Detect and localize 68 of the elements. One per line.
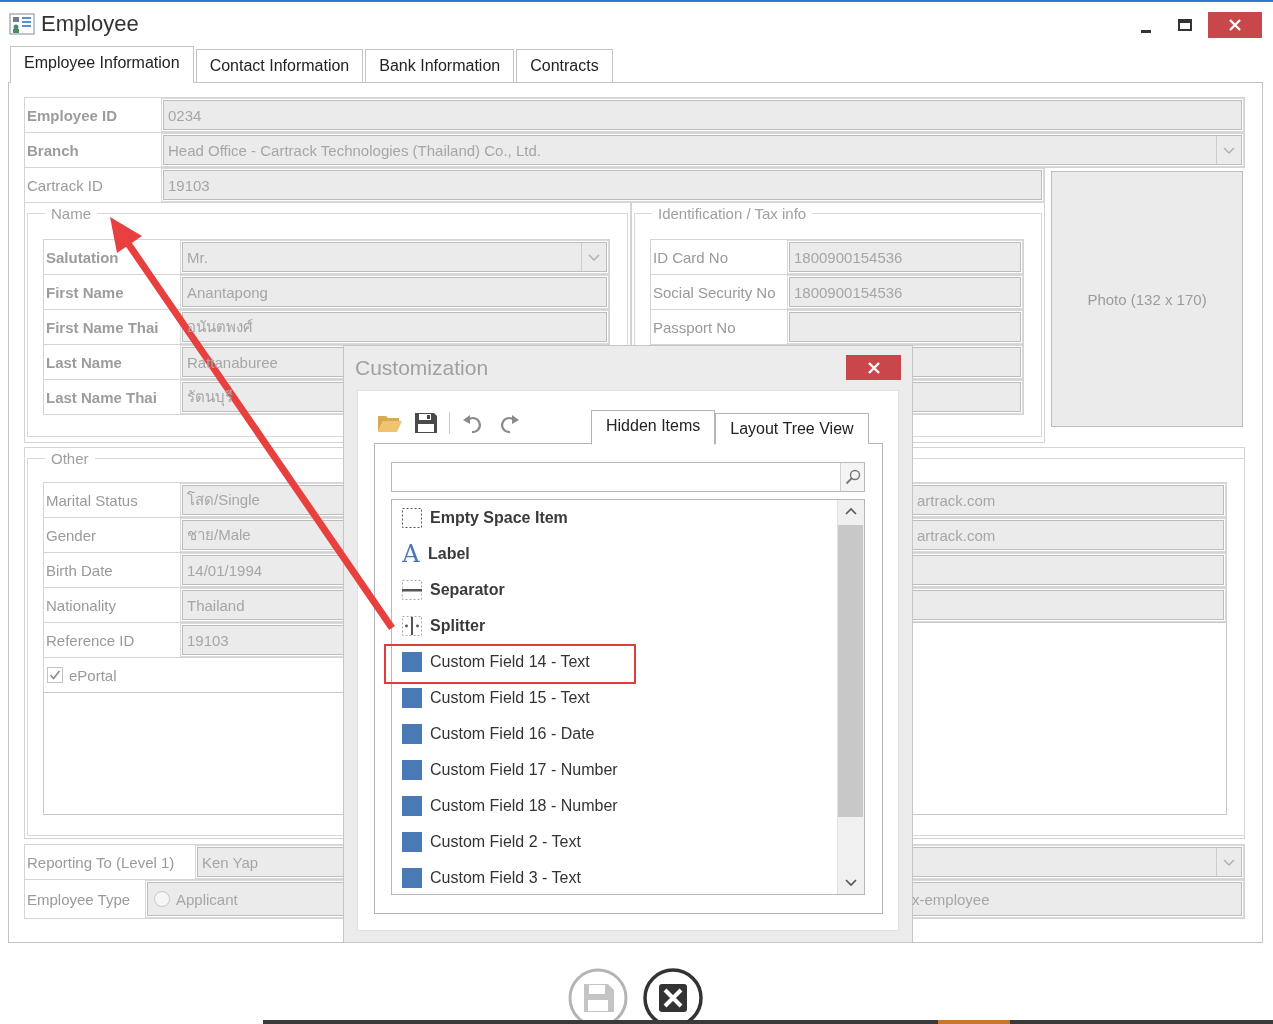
close-button[interactable] — [643, 968, 703, 1020]
list-item[interactable]: Custom Field 15 - Text — [392, 680, 822, 716]
separator-icon — [401, 579, 423, 601]
field-label: Passport No — [652, 318, 737, 336]
tab[interactable]: Bank Information — [365, 49, 515, 82]
field-label: Birth Date — [45, 561, 114, 579]
square-icon — [401, 651, 423, 673]
list-item[interactable]: Empty Space Item — [392, 500, 822, 536]
square-icon — [401, 723, 423, 745]
field-label: Last Name — [45, 353, 123, 371]
field-label: Employee Type — [26, 890, 132, 908]
list-item[interactable]: Separator — [392, 572, 822, 608]
close-icon — [1228, 18, 1242, 32]
field-label: Social Security No — [652, 283, 777, 301]
dialog-title: Customization — [355, 356, 489, 380]
tab[interactable]: Contact Information — [195, 49, 364, 82]
field-label: Marital Status — [45, 491, 139, 509]
tab[interactable]: Hidden Items — [591, 410, 716, 445]
field-label: Salutation — [45, 248, 120, 266]
field-label: Employee ID — [26, 106, 119, 124]
field-label: First Name Thai — [45, 318, 160, 336]
field-label: Reference ID — [45, 631, 136, 649]
group-title: Other — [50, 450, 90, 467]
window-icon — [9, 12, 35, 36]
group-title: Name — [50, 205, 92, 222]
search-icon — [844, 469, 861, 485]
list-item[interactable]: Splitter — [392, 608, 822, 644]
group-title: Identification / Tax info — [657, 205, 808, 222]
list-item[interactable]: Custom Field 16 - Date — [392, 716, 822, 752]
square-icon — [401, 795, 423, 817]
text-field[interactable] — [789, 312, 1021, 342]
field-label: Reporting To (Level 1) — [26, 853, 176, 871]
square-icon — [401, 831, 423, 853]
tab[interactable]: Contracts — [516, 49, 613, 82]
window-title: Employee — [41, 11, 139, 37]
list-item[interactable]: Custom Field 3 - Text — [392, 860, 822, 896]
square-icon — [401, 867, 423, 889]
label-icon: A — [401, 540, 421, 568]
field-label: Last Name Thai — [45, 388, 158, 406]
search-button[interactable] — [840, 463, 864, 491]
list-item[interactable]: Custom Field 18 - Number — [392, 788, 822, 824]
tab[interactable]: Layout Tree View — [715, 413, 869, 444]
list-item[interactable]: Custom Field 2 - Text — [392, 824, 822, 860]
field-label: Branch — [26, 141, 80, 159]
check-icon — [49, 669, 61, 681]
field-label: Gender — [45, 526, 98, 544]
close-icon — [866, 360, 881, 375]
save-icon — [413, 411, 439, 435]
search-field[interactable] — [391, 462, 865, 492]
maximize-icon — [1178, 19, 1192, 31]
option-label: x-employee — [912, 890, 990, 908]
list-item[interactable]: A Label — [392, 536, 822, 572]
field-label: Cartrack ID — [26, 176, 104, 194]
dashed-square-icon — [401, 507, 423, 529]
field-label: First Name — [45, 283, 125, 301]
save-button[interactable] — [413, 411, 439, 435]
scroll-thumb[interactable] — [838, 525, 863, 817]
splitter-icon — [401, 615, 423, 637]
close-icon — [643, 968, 703, 1020]
field-label: ID Card No — [652, 248, 730, 266]
tab[interactable]: Employee Information — [10, 46, 194, 83]
field-label: Nationality — [45, 596, 118, 614]
list-item[interactable]: Custom Field 17 - Number — [392, 752, 822, 788]
list-item[interactable]: Custom Field 14 - Text — [392, 644, 822, 680]
save-icon — [568, 968, 628, 1020]
square-icon — [401, 759, 423, 781]
square-icon — [401, 687, 423, 709]
minimize-icon — [1141, 30, 1151, 33]
